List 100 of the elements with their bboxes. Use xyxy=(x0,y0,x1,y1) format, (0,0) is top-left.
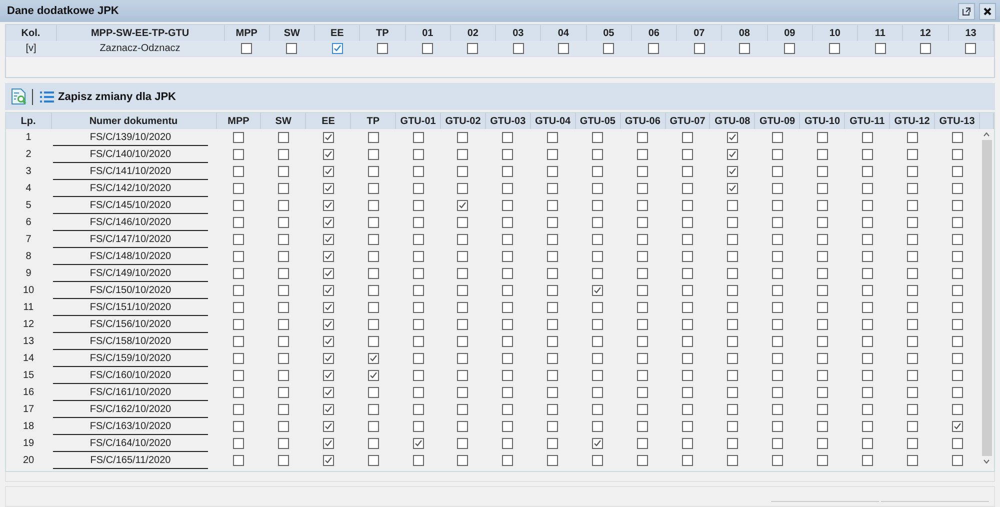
checkbox[interactable] xyxy=(376,42,388,54)
checkbox[interactable] xyxy=(906,318,918,330)
checkbox[interactable] xyxy=(457,132,468,143)
checkbox[interactable] xyxy=(368,454,379,466)
checkbox[interactable] xyxy=(816,182,828,194)
checkbox[interactable] xyxy=(368,318,379,330)
checkbox[interactable] xyxy=(829,42,840,54)
checkbox[interactable] xyxy=(965,42,976,54)
checkbox[interactable] xyxy=(322,370,334,381)
checkbox[interactable] xyxy=(862,268,873,279)
checkbox[interactable] xyxy=(412,132,424,143)
checkbox[interactable] xyxy=(726,386,738,398)
checkbox[interactable] xyxy=(648,42,660,54)
checkbox[interactable] xyxy=(862,234,873,245)
checkbox[interactable] xyxy=(322,268,334,279)
checkbox[interactable] xyxy=(547,386,558,398)
checkbox[interactable] xyxy=(232,200,244,211)
checkbox[interactable] xyxy=(368,352,379,364)
checkbox[interactable] xyxy=(412,318,424,330)
checkbox[interactable] xyxy=(368,370,379,381)
checkbox[interactable] xyxy=(682,234,694,245)
checkbox[interactable] xyxy=(547,250,558,262)
checkbox[interactable] xyxy=(682,250,694,262)
checkbox[interactable] xyxy=(816,284,828,296)
checkbox[interactable] xyxy=(232,420,244,432)
checkbox[interactable] xyxy=(547,302,558,313)
checkbox[interactable] xyxy=(278,420,289,432)
checkbox[interactable] xyxy=(278,386,289,398)
checkbox[interactable] xyxy=(547,318,558,330)
checkbox[interactable] xyxy=(637,386,648,398)
checkbox[interactable] xyxy=(772,438,783,449)
checkbox[interactable] xyxy=(412,438,424,449)
checkbox[interactable] xyxy=(906,420,918,432)
checkbox[interactable] xyxy=(862,284,873,296)
checkbox[interactable] xyxy=(368,268,379,279)
checkbox[interactable] xyxy=(862,404,873,415)
checkbox[interactable] xyxy=(682,182,694,194)
checkbox[interactable] xyxy=(952,166,962,177)
checkbox[interactable] xyxy=(502,234,514,245)
checkbox[interactable] xyxy=(502,182,514,194)
checkbox[interactable] xyxy=(816,420,828,432)
checkbox[interactable] xyxy=(637,352,648,364)
checkbox[interactable] xyxy=(547,148,558,160)
checkbox[interactable] xyxy=(906,132,918,143)
checkbox[interactable] xyxy=(772,336,783,347)
checkbox[interactable] xyxy=(906,182,918,194)
checkbox[interactable] xyxy=(502,132,514,143)
checkbox[interactable] xyxy=(278,216,289,228)
checkbox[interactable] xyxy=(368,200,379,211)
checkbox[interactable] xyxy=(457,166,468,177)
checkbox[interactable] xyxy=(502,352,514,364)
checkbox[interactable] xyxy=(772,284,783,296)
checkbox[interactable] xyxy=(322,386,334,398)
checkbox[interactable] xyxy=(457,182,468,194)
checkbox[interactable] xyxy=(278,250,289,262)
checkbox[interactable] xyxy=(232,148,244,160)
checkbox[interactable] xyxy=(816,336,828,347)
checkbox[interactable] xyxy=(637,268,648,279)
checkbox[interactable] xyxy=(457,352,468,364)
checkbox[interactable] xyxy=(502,284,514,296)
checkbox[interactable] xyxy=(592,302,604,313)
popout-button[interactable] xyxy=(958,2,975,20)
checkbox[interactable] xyxy=(772,302,783,313)
checkbox[interactable] xyxy=(547,454,558,466)
checkbox[interactable] xyxy=(952,318,962,330)
checkbox[interactable] xyxy=(322,132,334,143)
checkbox[interactable] xyxy=(547,284,558,296)
checkbox[interactable] xyxy=(637,148,648,160)
scroll-down-icon[interactable] xyxy=(983,459,990,464)
checkbox[interactable] xyxy=(906,148,918,160)
checkbox[interactable] xyxy=(412,336,424,347)
checkbox[interactable] xyxy=(816,370,828,381)
checkbox[interactable] xyxy=(816,386,828,398)
checkbox[interactable] xyxy=(457,438,468,449)
checkbox[interactable] xyxy=(278,182,289,194)
checkbox[interactable] xyxy=(592,200,604,211)
checkbox[interactable] xyxy=(816,318,828,330)
checkbox[interactable] xyxy=(368,234,379,245)
checkbox[interactable] xyxy=(592,182,604,194)
checkbox[interactable] xyxy=(457,234,468,245)
close-button[interactable] xyxy=(979,2,996,20)
checkbox[interactable] xyxy=(457,386,468,398)
checkbox[interactable] xyxy=(682,302,694,313)
checkbox[interactable] xyxy=(906,352,918,364)
checkbox[interactable] xyxy=(816,268,828,279)
checkbox[interactable] xyxy=(412,234,424,245)
checkbox[interactable] xyxy=(906,284,918,296)
checkbox[interactable] xyxy=(816,352,828,364)
checkbox[interactable] xyxy=(726,420,738,432)
checkbox[interactable] xyxy=(726,284,738,296)
checkbox[interactable] xyxy=(457,370,468,381)
checkbox[interactable] xyxy=(682,132,694,143)
checkbox[interactable] xyxy=(592,216,604,228)
checkbox[interactable] xyxy=(547,336,558,347)
checkbox[interactable] xyxy=(502,370,514,381)
checkbox[interactable] xyxy=(322,216,334,228)
checkbox[interactable] xyxy=(322,318,334,330)
checkbox[interactable] xyxy=(286,42,298,54)
checkbox[interactable] xyxy=(457,200,468,211)
checkbox[interactable] xyxy=(637,132,648,143)
